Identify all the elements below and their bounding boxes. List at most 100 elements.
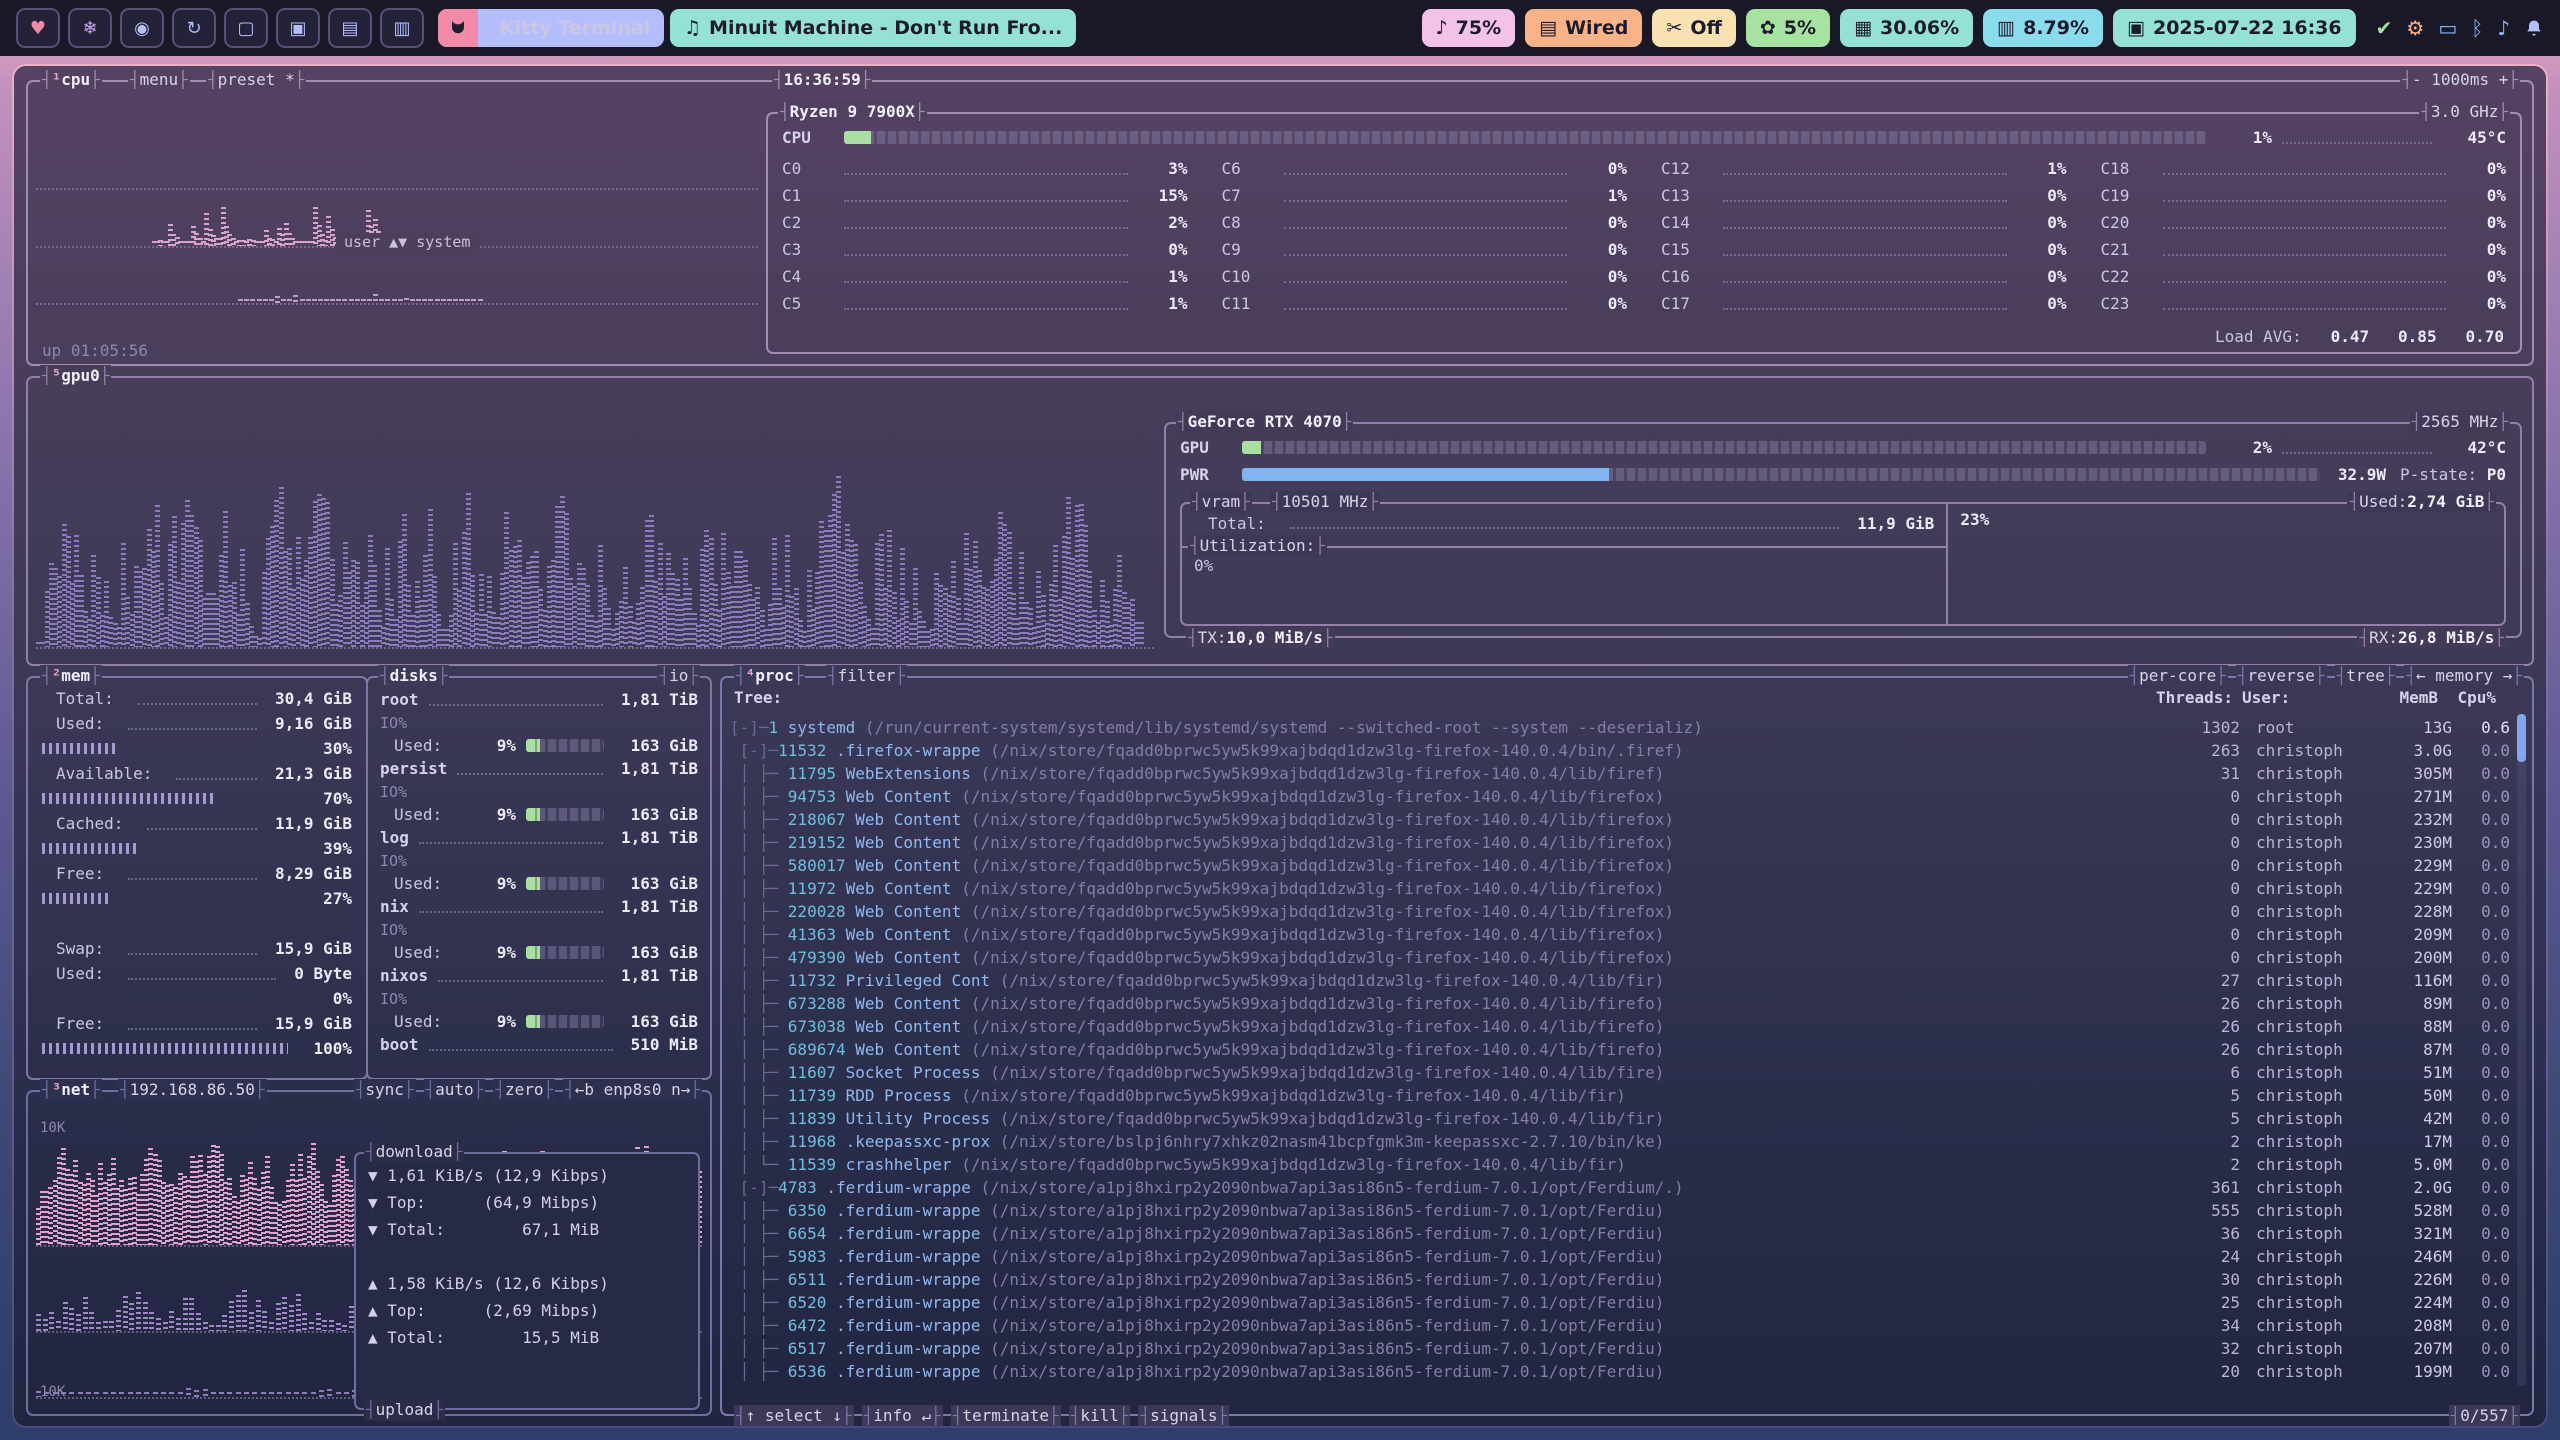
interval-plus-button[interactable]: + — [2499, 69, 2509, 91]
tree-button[interactable]: tree — [2335, 665, 2397, 687]
disk-usage-icon: ▥ — [1997, 17, 2015, 39]
notifications-bell-icon[interactable] — [2524, 18, 2544, 38]
settings-icon[interactable]: ⚙ — [2406, 16, 2424, 40]
uptime-label: up 01:05:56 — [42, 341, 148, 360]
gpu-details-box: GeForce RTX 4070 2565 MHz GPU 2% 42°C PW… — [1164, 422, 2522, 638]
net-button-4[interactable]: ←b enp8s0 n→ — [563, 1079, 702, 1101]
process-row[interactable]: │ ├─ 11968 .keepassxc-prox (/nix/store/b… — [730, 1130, 2510, 1153]
process-row[interactable]: │ ├─ 673038 Web Content (/nix/store/fqad… — [730, 1015, 2510, 1038]
process-row[interactable]: │ ├─ 6536 .ferdium-wrappe (/nix/store/a1… — [730, 1360, 2510, 1383]
process-row[interactable]: │ └─ 11539 crashhelper (/nix/store/fqadd… — [730, 1153, 2510, 1176]
process-row[interactable]: │ ├─ 479390 Web Content (/nix/store/fqad… — [730, 946, 2510, 969]
per-core-button[interactable]: per-core — [2128, 665, 2228, 687]
sort-selector[interactable]: ← memory → — [2404, 665, 2524, 687]
core-row: C220% — [2101, 263, 2507, 290]
disk-used-meter — [526, 1015, 604, 1028]
cpu-total-meter — [844, 131, 2206, 144]
workspace-2-nix[interactable]: ❄ — [68, 8, 112, 48]
disk-io-label: IO% — [380, 711, 698, 734]
process-row[interactable]: │ ├─ 6472 .ferdium-wrappe (/nix/store/a1… — [730, 1314, 2510, 1337]
workspace-6[interactable]: ▣ — [276, 8, 320, 48]
process-row[interactable]: │ ├─ 94753 Web Content (/nix/store/fqadd… — [730, 785, 2510, 808]
process-row[interactable]: │ ├─ 6350 .ferdium-wrappe (/nix/store/a1… — [730, 1199, 2510, 1222]
workspace-3[interactable]: ◉ — [120, 8, 164, 48]
process-row[interactable]: │ ├─ 6517 .ferdium-wrappe (/nix/store/a1… — [730, 1337, 2510, 1360]
download-stat: ▼ Total: 67,1 MiB — [368, 1216, 686, 1243]
volume-icon: ♪ — [1436, 17, 1448, 39]
workspace-8[interactable]: ▥ — [380, 8, 424, 48]
cpu-usage-widget[interactable]: ✿5% — [1746, 9, 1830, 47]
workspace-5[interactable]: ▢ — [224, 8, 268, 48]
preset-button[interactable]: preset * — [206, 69, 306, 91]
process-row[interactable]: │ ├─ 219152 Web Content (/nix/store/fqad… — [730, 831, 2510, 854]
memory-stat-row: Free:8,29 GiB — [42, 861, 352, 886]
workspace-4-reload[interactable]: ↻ — [172, 8, 216, 48]
process-row[interactable]: │ ├─ 5983 .ferdium-wrappe (/nix/store/a1… — [730, 1245, 2510, 1268]
process-row[interactable]: [-]─11532 .firefox-wrappe (/nix/store/fq… — [730, 739, 2510, 762]
interval-value: 1000ms — [2431, 69, 2489, 91]
process-row[interactable]: │ ├─ 673288 Web Content (/nix/store/fqad… — [730, 992, 2510, 1015]
process-row[interactable]: [-]─1 systemd (/run/current-system/syste… — [730, 716, 2510, 739]
disk-used-row: Used:9%163 GiB — [380, 1010, 698, 1033]
process-row[interactable]: [-]─4783 .ferdium-wrappe (/nix/store/a1p… — [730, 1176, 2510, 1199]
net-button-3[interactable]: zero — [493, 1079, 555, 1101]
clock-icon: ▣ — [2127, 17, 2145, 39]
idle-inhibit-widget[interactable]: ✂Off — [1652, 9, 1735, 47]
process-row[interactable]: │ ├─ 11795 WebExtensions (/nix/store/fqa… — [730, 762, 2510, 785]
memory-usage-widget[interactable]: ▦30.06% — [1840, 9, 1973, 47]
process-row[interactable]: │ ├─ 11972 Web Content (/nix/store/fqadd… — [730, 877, 2510, 900]
terminate-button[interactable]: terminate — [951, 1405, 1061, 1426]
info-button[interactable]: info ↵ — [862, 1405, 943, 1426]
upload-title: upload — [364, 1399, 445, 1421]
music-player-widget[interactable]: ♫ Minuit Machine - Don't Run Fro... — [670, 9, 1076, 47]
process-row[interactable]: │ ├─ 6654 .ferdium-wrappe (/nix/store/a1… — [730, 1222, 2510, 1245]
process-row[interactable]: │ ├─ 11739 RDD Process (/nix/store/fqadd… — [730, 1084, 2510, 1107]
process-row[interactable]: │ ├─ 11607 Socket Process (/nix/store/fq… — [730, 1061, 2510, 1084]
net-button-2[interactable]: auto — [424, 1079, 486, 1101]
disk-usage-widget[interactable]: ▥ 8.79% — [1983, 9, 2103, 47]
memory-panel: ²mem Total:30,4 GiBUsed:9,16 GiB30%Avail… — [26, 676, 368, 1080]
process-row[interactable]: │ ├─ 220028 Web Content (/nix/store/fqad… — [730, 900, 2510, 923]
selection-position: 0/557 — [2449, 1405, 2520, 1426]
disk-row: root1,81 TiB — [380, 688, 698, 711]
process-row[interactable]: │ ├─ 6520 .ferdium-wrappe (/nix/store/a1… — [730, 1291, 2510, 1314]
kill-button[interactable]: kill — [1069, 1405, 1131, 1426]
update-interval: - 1000ms + — [2400, 69, 2520, 91]
network-widget[interactable]: ▤Wired — [1525, 9, 1642, 47]
process-table: [-]─1 systemd (/run/current-system/syste… — [730, 716, 2510, 1386]
process-row[interactable]: │ ├─ 218067 Web Content (/nix/store/fqad… — [730, 808, 2510, 831]
volume-widget[interactable]: ♪75% — [1422, 9, 1516, 47]
display-icon[interactable]: ▭ — [2438, 16, 2457, 40]
process-row[interactable]: │ ├─ 6511 .ferdium-wrappe (/nix/store/a1… — [730, 1268, 2510, 1291]
menu-button[interactable]: menu — [128, 69, 190, 91]
clock-widget[interactable]: ▣2025-07-22 16:36 — [2113, 9, 2356, 47]
scrollbar-thumb[interactable] — [2517, 714, 2526, 762]
signals-button[interactable]: signals — [1138, 1405, 1229, 1426]
bluetooth-icon[interactable]: ᛒ — [2471, 16, 2483, 40]
disk-usage-value: 8.79% — [2023, 17, 2089, 39]
process-row[interactable]: │ ├─ 11839 Utility Process (/nix/store/f… — [730, 1107, 2510, 1130]
workspace-7[interactable]: ▤ — [328, 8, 372, 48]
select-buttons[interactable]: ↑ select ↓ — [734, 1405, 854, 1426]
gpu-power-row: PWR 32.9W P-state: P0 — [1180, 461, 2506, 488]
process-row[interactable]: │ ├─ 580017 Web Content (/nix/store/fqad… — [730, 854, 2510, 877]
reverse-button[interactable]: reverse — [2236, 665, 2327, 687]
active-window-chip[interactable]: Kitty Terminal — [438, 9, 664, 47]
io-mode-button[interactable]: io — [657, 665, 700, 687]
process-row[interactable]: │ ├─ 41363 Web Content (/nix/store/fqadd… — [730, 923, 2510, 946]
idle-inhibit-value: Off — [1690, 17, 1722, 39]
gpu-panel-title: ⁵gpu0 — [40, 365, 111, 387]
process-row[interactable]: │ ├─ 11732 Privileged Cont (/nix/store/f… — [730, 969, 2510, 992]
cpu-panel: ¹cpu menu preset * 16:36:59 - 1000ms + u… — [26, 80, 2534, 366]
status-ok-icon[interactable]: ✔ — [2376, 16, 2393, 40]
audio-icon[interactable]: ♪ — [2497, 16, 2510, 40]
interval-minus-button[interactable]: - — [2412, 69, 2422, 91]
process-scrollbar[interactable] — [2517, 714, 2526, 1386]
filter-button[interactable]: filter — [826, 665, 907, 687]
cpu-panel-title: ¹cpu — [40, 69, 102, 91]
process-row[interactable]: │ ├─ 689674 Web Content (/nix/store/fqad… — [730, 1038, 2510, 1061]
net-button-1[interactable]: sync — [354, 1079, 416, 1101]
workspace-1-cat[interactable]: ♥ — [16, 8, 60, 48]
memory-stats: Total:30,4 GiBUsed:9,16 GiB30%Available:… — [28, 678, 366, 1069]
disk-io-label: IO% — [380, 987, 698, 1010]
